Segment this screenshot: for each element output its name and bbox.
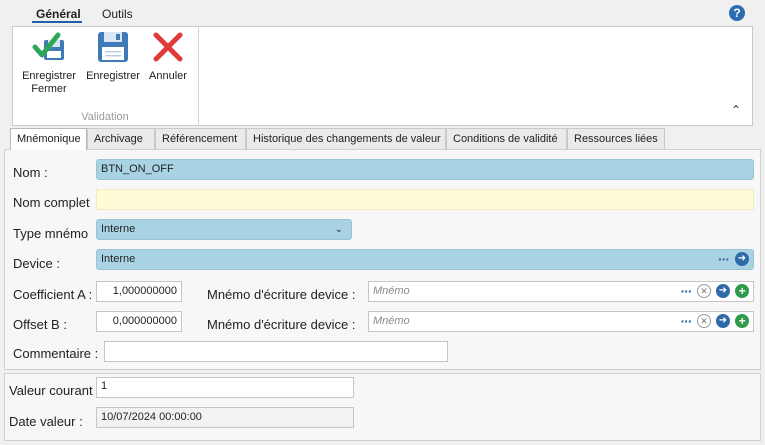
tab-archivage[interactable]: Archivage: [87, 128, 155, 149]
cancel-icon: [153, 32, 183, 62]
valeur-courante-label: Valeur courant: [9, 383, 93, 398]
tab-ressources[interactable]: Ressources liées: [567, 128, 665, 149]
add-icon[interactable]: +: [735, 284, 749, 298]
tab-referencement[interactable]: Référencement: [155, 128, 246, 149]
save-close-button[interactable]: Enregistrer Fermer: [18, 30, 80, 102]
more-dots-icon[interactable]: ···: [718, 252, 730, 266]
mnemo-ecriture-1-placeholder: Mnémo: [373, 285, 410, 297]
date-valeur-field: 10/07/2024 00:00:00: [96, 407, 354, 428]
ribbon-group-label: Validation: [81, 111, 129, 123]
ribbon-tab-general[interactable]: Général: [36, 6, 81, 22]
save-close-label: Enregistrer Fermer: [22, 70, 76, 95]
commentaire-input[interactable]: [104, 341, 448, 362]
ribbon-tab-outils[interactable]: Outils: [102, 6, 133, 22]
ribbon-group-separator: [198, 26, 199, 126]
coefficient-a-label: Coefficient A :: [13, 287, 93, 302]
save-label: Enregistrer: [86, 70, 140, 82]
valeur-courante-field[interactable]: 1: [96, 377, 354, 398]
nom-field[interactable]: BTN_ON_OFF: [96, 159, 754, 180]
help-icon[interactable]: ?: [729, 5, 745, 21]
mnemo-ecriture-2-field[interactable]: Mnémo ··· ✕ ➜ +: [368, 311, 754, 332]
navigate-arrow-icon[interactable]: ➜: [716, 314, 730, 328]
type-mnemo-select[interactable]: Interne ⌄: [96, 219, 352, 240]
save-close-icon: [32, 32, 64, 60]
more-dots-icon[interactable]: ···: [680, 284, 692, 298]
tab-historique[interactable]: Historique des changements de valeur: [246, 128, 446, 149]
type-mnemo-label: Type mnémo: [13, 226, 89, 241]
tab-conditions[interactable]: Conditions de validité: [446, 128, 567, 149]
nom-complet-label: Nom complet: [13, 195, 90, 210]
clear-icon[interactable]: ✕: [697, 314, 711, 328]
collapse-ribbon-icon[interactable]: ⌃: [729, 103, 743, 117]
mnemo-ecriture-1-field[interactable]: Mnémo ··· ✕ ➜ +: [368, 281, 754, 302]
save-button[interactable]: Enregistrer: [84, 30, 142, 102]
device-field[interactable]: Interne ··· ➜: [96, 249, 754, 270]
device-label: Device :: [13, 256, 60, 271]
cancel-button[interactable]: Annuler: [146, 30, 190, 102]
save-icon: [98, 32, 128, 62]
navigate-arrow-icon[interactable]: ➜: [716, 284, 730, 298]
ribbon-tab-underline: [32, 21, 82, 23]
mnemo-ecriture-1-label: Mnémo d'écriture device :: [207, 287, 356, 302]
cancel-label: Annuler: [149, 70, 187, 82]
clear-icon[interactable]: ✕: [697, 284, 711, 298]
type-mnemo-value: Interne: [101, 223, 136, 235]
offset-b-input[interactable]: 0,000000000: [96, 311, 182, 332]
commentaire-label: Commentaire :: [13, 346, 99, 361]
mnemo-ecriture-2-label: Mnémo d'écriture device :: [207, 317, 356, 332]
mnemo-ecriture-2-placeholder: Mnémo: [373, 315, 410, 327]
navigate-arrow-icon[interactable]: ➜: [735, 252, 749, 266]
coefficient-a-input[interactable]: 1,000000000: [96, 281, 182, 302]
chevron-down-icon[interactable]: ⌄: [335, 220, 343, 239]
nom-label: Nom :: [13, 165, 48, 180]
more-dots-icon[interactable]: ···: [680, 314, 692, 328]
add-icon[interactable]: +: [735, 314, 749, 328]
device-value: Interne: [101, 253, 136, 265]
nom-complet-field[interactable]: [96, 189, 754, 210]
date-valeur-label: Date valeur :: [9, 414, 83, 429]
tab-mnemonique[interactable]: Mnémonique: [10, 128, 87, 150]
offset-b-label: Offset B :: [13, 317, 67, 332]
